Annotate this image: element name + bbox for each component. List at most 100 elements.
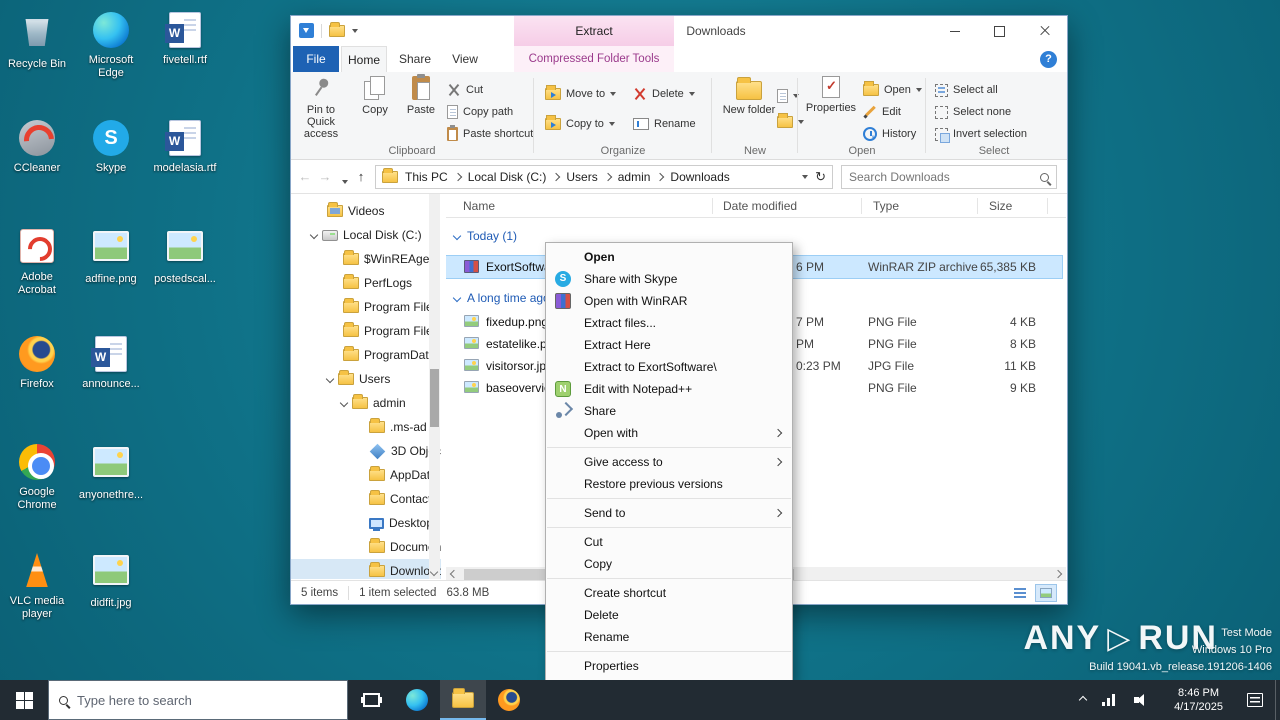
desktop-icon-adfine[interactable]: adfine.png xyxy=(77,228,145,286)
nav-item-local-disk-c[interactable]: Local Disk (C:) xyxy=(291,223,441,247)
edit-button[interactable]: Edit xyxy=(863,102,901,122)
scroll-right-icon[interactable] xyxy=(1053,569,1063,579)
breadcrumb-local-disk[interactable]: Local Disk (C:) xyxy=(468,170,547,184)
back-button[interactable]: ← xyxy=(295,167,315,187)
expand-chevron-icon[interactable] xyxy=(325,374,335,384)
taskbar-clock[interactable]: 8:46 PM 4/17/2025 xyxy=(1166,686,1231,714)
taskbar-search-input[interactable] xyxy=(77,692,337,708)
desktop-icon-google-chrome[interactable]: Google Chrome xyxy=(3,444,71,512)
desktop-icon-microsoft-edge[interactable]: Microsoft Edge xyxy=(77,12,145,80)
breadcrumb-chevron-icon[interactable] xyxy=(552,172,561,182)
search-box[interactable] xyxy=(841,165,1057,189)
breadcrumb-admin[interactable]: admin xyxy=(618,170,651,184)
large-icons-view-button[interactable] xyxy=(1035,583,1057,602)
tab-view[interactable]: View xyxy=(443,46,487,72)
context-menu-item-open[interactable]: Open xyxy=(546,246,792,268)
new-folder-button[interactable]: New folder xyxy=(721,76,777,140)
scroll-left-icon[interactable] xyxy=(449,569,459,579)
tab-share[interactable]: Share xyxy=(391,46,439,72)
tab-home[interactable]: Home xyxy=(341,46,387,72)
qat-customize-icon[interactable] xyxy=(299,23,314,38)
desktop-icon-anyonethre[interactable]: anyonethre... xyxy=(77,444,145,502)
network-icon[interactable] xyxy=(1102,694,1118,706)
column-header-name[interactable]: Name xyxy=(463,194,495,218)
rename-button[interactable]: Rename xyxy=(633,114,696,134)
task-view-button[interactable] xyxy=(348,680,394,720)
nav-item-contacts[interactable]: Contacts xyxy=(291,487,441,511)
scroll-down-icon[interactable] xyxy=(429,567,439,577)
nav-item-program-files[interactable]: Program Files xyxy=(291,295,441,319)
pin-to-quick-access-button[interactable]: Pin to Quick access xyxy=(293,76,349,140)
desktop-icon-fivetell[interactable]: fivetell.rtf xyxy=(151,12,219,67)
context-menu-item-delete[interactable]: Delete xyxy=(546,604,792,626)
nav-item-winreagent[interactable]: $WinREAgent xyxy=(291,247,441,271)
taskbar-edge-button[interactable] xyxy=(394,680,440,720)
group-header-today[interactable]: Today (1) xyxy=(446,226,517,246)
breadcrumb-chevron-icon[interactable] xyxy=(656,172,665,182)
scrollbar-thumb[interactable] xyxy=(430,369,439,427)
invert-selection-button[interactable]: Invert selection xyxy=(935,124,1027,144)
column-header-date-modified[interactable]: Date modified xyxy=(723,194,797,218)
context-menu-item-share-with-skype[interactable]: Share with Skype xyxy=(546,268,792,290)
select-none-button[interactable]: Select none xyxy=(935,102,1011,122)
context-menu-item-open-with[interactable]: Open with xyxy=(546,422,792,444)
context-menu-item-create-shortcut[interactable]: Create shortcut xyxy=(546,582,792,604)
qat-folder-icon[interactable] xyxy=(329,21,345,37)
context-menu-item-cut[interactable]: Cut xyxy=(546,531,792,553)
copy-button[interactable]: Copy xyxy=(353,76,397,140)
context-menu-item-copy[interactable]: Copy xyxy=(546,553,792,575)
desktop-icon-ccleaner[interactable]: CCleaner xyxy=(3,120,71,175)
delete-button[interactable]: Delete xyxy=(633,84,695,104)
nav-item-perflogs[interactable]: PerfLogs xyxy=(291,271,441,295)
taskbar-search[interactable] xyxy=(48,680,348,720)
qat-caret-icon[interactable] xyxy=(352,28,358,33)
taskbar-file-explorer-button[interactable] xyxy=(440,680,486,720)
breadcrumb-chevron-icon[interactable] xyxy=(453,172,462,182)
desktop-icon-modelasia[interactable]: modelasia.rtf xyxy=(151,120,219,175)
nav-item-programdata[interactable]: ProgramData xyxy=(291,343,441,367)
minimize-button[interactable] xyxy=(932,16,977,46)
contextual-tab-header[interactable]: Extract xyxy=(514,16,674,46)
copy-path-button[interactable]: Copy path xyxy=(447,102,513,122)
move-to-button[interactable]: Move to xyxy=(545,84,617,104)
show-desktop-button[interactable] xyxy=(1275,680,1280,720)
context-menu-item-open-with-winrar[interactable]: Open with WinRAR xyxy=(546,290,792,312)
breadcrumb-this-pc[interactable]: This PC xyxy=(405,170,448,184)
desktop-icon-skype[interactable]: Skype xyxy=(77,120,145,175)
properties-button[interactable]: Properties xyxy=(805,76,857,140)
column-divider[interactable] xyxy=(1047,198,1048,214)
expand-chevron-icon[interactable] xyxy=(339,398,349,408)
copy-to-button[interactable]: Copy to xyxy=(545,114,615,134)
context-menu-item-extract-here[interactable]: Extract Here xyxy=(546,334,792,356)
close-button[interactable] xyxy=(1022,16,1067,46)
action-center-icon[interactable] xyxy=(1247,693,1263,707)
nav-item-users[interactable]: Users xyxy=(291,367,441,391)
breadcrumb-downloads[interactable]: Downloads xyxy=(670,170,729,184)
context-menu-item-rename[interactable]: Rename xyxy=(546,626,792,648)
tab-file[interactable]: File xyxy=(293,46,339,72)
tab-compressed-folder-tools[interactable]: Compressed Folder Tools xyxy=(514,46,674,72)
navigation-scrollbar[interactable] xyxy=(429,194,440,579)
context-menu-item-extract-to-folder[interactable]: Extract to ExortSoftware\ xyxy=(546,356,792,378)
open-button[interactable]: Open xyxy=(863,80,922,100)
details-view-button[interactable] xyxy=(1009,584,1031,602)
help-icon[interactable] xyxy=(1040,51,1057,68)
history-button[interactable]: History xyxy=(863,124,916,144)
paste-button[interactable]: Paste xyxy=(399,74,443,140)
nav-item-appdata[interactable]: AppData xyxy=(291,463,441,487)
select-all-button[interactable]: Select all xyxy=(935,80,998,100)
column-header-size[interactable]: Size xyxy=(989,194,1012,218)
new-item-button[interactable] xyxy=(777,86,799,106)
nav-item-downloads[interactable]: Downloads xyxy=(291,559,441,579)
column-divider[interactable] xyxy=(977,198,978,214)
context-menu-item-properties[interactable]: Properties xyxy=(546,655,792,677)
nav-item-documents[interactable]: Documents xyxy=(291,535,441,559)
nav-item-videos[interactable]: Videos xyxy=(291,199,441,223)
expand-chevron-icon[interactable] xyxy=(309,230,319,240)
context-menu-item-give-access-to[interactable]: Give access to xyxy=(546,451,792,473)
column-divider[interactable] xyxy=(712,198,713,214)
taskbar-firefox-button[interactable] xyxy=(486,680,532,720)
collapse-chevron-icon[interactable] xyxy=(452,231,462,241)
context-menu-item-restore-previous-versions[interactable]: Restore previous versions xyxy=(546,473,792,495)
context-menu-item-share[interactable]: Share xyxy=(546,400,792,422)
